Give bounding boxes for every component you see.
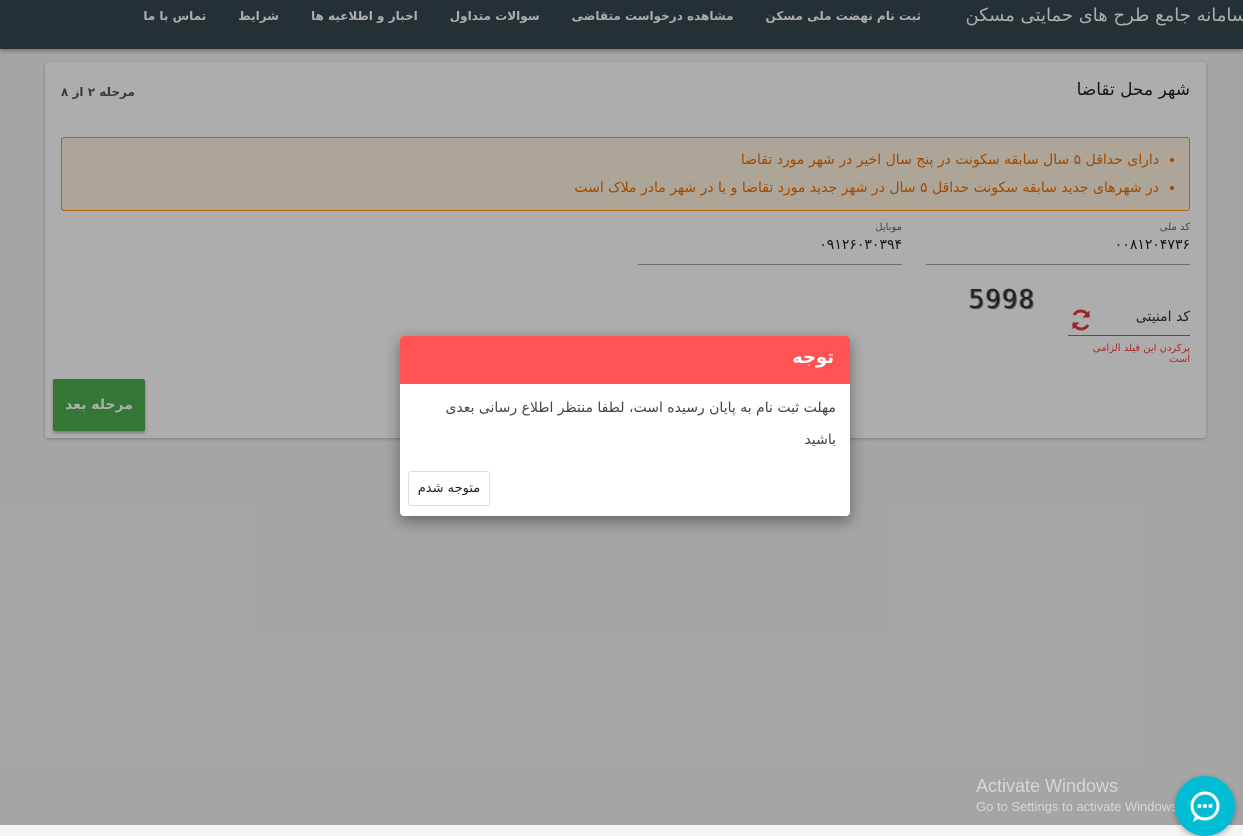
modal-title: توجه xyxy=(792,347,834,368)
chat-bubble-icon xyxy=(1190,791,1220,822)
attention-modal: توجه مهلت ثبت نام به پایان رسیده است، لط… xyxy=(400,336,850,516)
chat-support-button[interactable] xyxy=(1175,776,1235,836)
watermark-subtitle: Go to Settings to activate Windows. xyxy=(976,799,1182,814)
modal-message: مهلت ثبت نام به پایان رسیده است، لطفا من… xyxy=(445,400,836,448)
acknowledge-button[interactable]: متوجه شدم xyxy=(408,471,490,506)
modal-header: توجه xyxy=(400,336,850,384)
watermark-title: Activate Windows xyxy=(976,776,1119,796)
windows-activation-watermark: Activate Windows Go to Settings to activ… xyxy=(976,776,1181,814)
